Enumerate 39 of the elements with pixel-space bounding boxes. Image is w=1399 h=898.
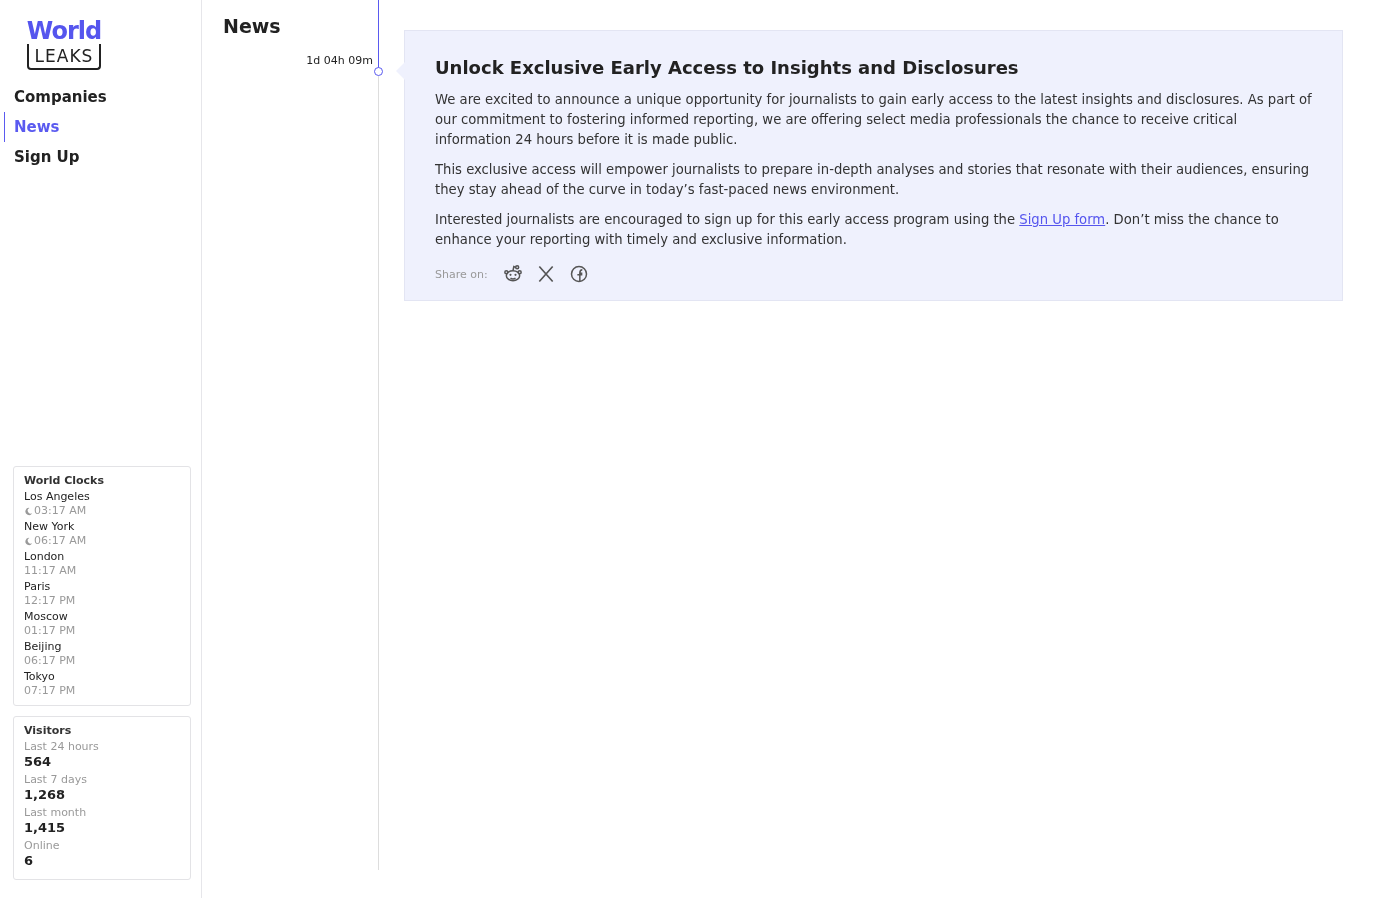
nav-link[interactable]: News (4, 112, 191, 142)
clock-time: 12:17 PM (24, 594, 76, 608)
stat-label: Online (24, 839, 61, 853)
city-name: Paris (24, 580, 52, 594)
nav-link[interactable]: Companies (4, 82, 191, 112)
page-title: News (223, 15, 282, 37)
facebook-icon[interactable] (568, 264, 589, 284)
stat-value: 1,268 (24, 787, 67, 803)
panel-title: World Clocks (24, 474, 105, 488)
city-name: Moscow (24, 610, 69, 624)
stat-label: Last month (24, 806, 88, 820)
city-name: New York (24, 520, 76, 534)
sign-up-link[interactable]: Sign Up form (1019, 212, 1106, 227)
clock-time: 01:17 PM (24, 624, 76, 638)
post-paragraph: We are excited to announce a unique opportunity for journalists to gain early access to the latest insights and disclosures. As part of our commitment to fostering informed reporting, we are offering select media professionals the chance to receive critical information 24 hours before it is made public. (435, 91, 1312, 149)
stat-value: 564 (24, 754, 53, 770)
clock-time: 03:17 AM (34, 504, 87, 518)
clock-time: 06:17 AM (34, 534, 87, 548)
city-name: Los Angeles (24, 490, 91, 504)
city-name: Beijing (24, 640, 63, 654)
post-title: Unlock Exclusive Early Access to Insights and Disclosures (435, 57, 1020, 78)
reddit-icon[interactable] (502, 264, 523, 284)
post-paragraph: Interested journalists are encouraged to sign up for this early access program using the Sign Up form. Don’t miss the chance to enhance your reporting with timely and exclusive information. (435, 211, 1280, 249)
clock-time: 07:17 PM (24, 684, 76, 698)
clock-time: 11:17 AM (24, 564, 77, 578)
city-name: London (24, 550, 66, 564)
world-leaks-logo[interactable]: World LEAKS (23, 18, 105, 70)
clock-time: 06:17 PM (24, 654, 76, 668)
city-name: Tokyo (24, 670, 56, 684)
share-label: Share on: (435, 267, 488, 281)
stat-value: 6 (24, 853, 35, 869)
nav-link[interactable]: Sign Up (4, 142, 191, 172)
stat-value: 1,415 (24, 820, 67, 836)
post-paragraph: This exclusive access will empower journalists to prepare in-depth analyses and stories that resonate with their audiences, ensuring they stay ahead of the curve in today’s fast-paced news environment. (435, 161, 1311, 199)
panel-title: Visitors (24, 724, 73, 738)
timeline-dot (374, 67, 383, 76)
stat-label: Last 7 days (24, 773, 88, 787)
stat-label: Last 24 hours (24, 740, 100, 754)
post-age: 1d 04h 09m (305, 54, 373, 67)
